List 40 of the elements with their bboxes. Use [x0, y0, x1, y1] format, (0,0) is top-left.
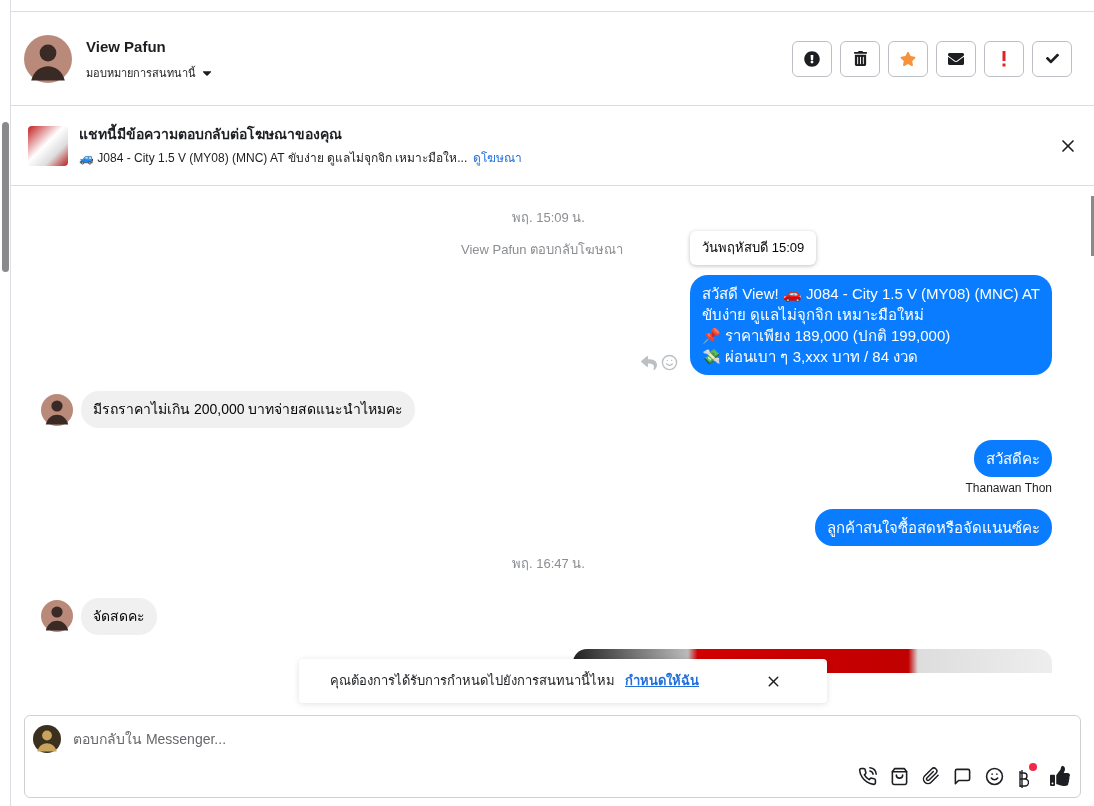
emoji-icon[interactable] — [985, 766, 1004, 786]
paperclip-icon[interactable] — [922, 767, 940, 785]
view-ad-link[interactable]: ดูโฆษณา — [473, 149, 523, 167]
incoming-message-bubble: มีรถราคาไม่เกิน 200,000 บาทจ่ายสดแนะนำไหมคะ — [81, 391, 416, 428]
star-icon — [900, 50, 916, 67]
trash-icon — [852, 51, 868, 66]
avatar — [41, 600, 73, 632]
done-button[interactable] — [1032, 40, 1072, 77]
assign-to-me-link[interactable]: กำหนดให้ฉัน — [625, 671, 699, 691]
like-icon[interactable] — [1050, 766, 1070, 786]
ad-description: 🚙 J084 - City 1.5 V (MY08) (MNC) AT ขับง่าย ดูแลไม่จุกจิก เหมาะมือให... — [79, 150, 468, 167]
outgoing-message-bubble: ลูกค้าสนใจซื้อสดหรือจัดแนนซ์คะ — [815, 509, 1052, 546]
shopping-bag-icon[interactable] — [890, 766, 909, 786]
outgoing-message-bubble: สวัสดีคะ — [974, 440, 1052, 477]
outgoing-message-bubble: สวัสดี View! 🚗 J084 - City 1.5 V (MY08) (MNC) AT ขับง่าย ดูแลไม่จุกจิก เหมาะมือใหม่ 📌 ราคาเพียง 189,000 (ปกติ 199,000) 💸 ผ่อนเบา ๆ 3,xxx บาท / 84 งวด — [690, 275, 1052, 375]
envelope-icon — [948, 50, 964, 67]
reminder-text: คุณต้องการได้รับการกำหนดไปยังการสนทนานี้ไหม — [330, 671, 615, 691]
avatar — [41, 393, 73, 426]
timestamp: พฤ. 16:47 น. — [512, 555, 585, 573]
avatar — [33, 725, 61, 753]
timestamp: พฤ. 15:09 น. — [512, 209, 585, 227]
star-button[interactable] — [888, 40, 928, 77]
ad-banner-title: แชทนี้มีข้อความตอบกลับต่อโฆษณาของคุณ — [79, 124, 523, 145]
incoming-message-bubble: จัดสดคะ — [81, 597, 157, 635]
phone-icon[interactable] — [858, 766, 877, 786]
avatar — [24, 34, 72, 83]
exclamation-icon — [1002, 50, 1006, 67]
sender-name: Thanawan Thon — [965, 480, 1052, 497]
reply-input[interactable]: ตอบกลับใน Messenger... — [73, 728, 1072, 750]
ad-thumbnail — [28, 125, 68, 166]
mail-button[interactable] — [936, 40, 976, 77]
contact-name: View Pafun — [86, 37, 167, 57]
chat-bubble-icon[interactable] — [953, 766, 972, 786]
spam-button[interactable] — [792, 40, 832, 77]
tooltip: วันพฤหัสบดี 15:09 — [690, 231, 817, 265]
notice-text: View Pafun ตอบกลับโฆษณา — [461, 240, 624, 259]
assign-dropdown[interactable]: มอบหมายการสนทนานี้ — [86, 64, 214, 81]
baht-icon[interactable] — [1017, 769, 1029, 789]
delete-button[interactable] — [840, 40, 880, 77]
check-icon — [1045, 52, 1059, 65]
